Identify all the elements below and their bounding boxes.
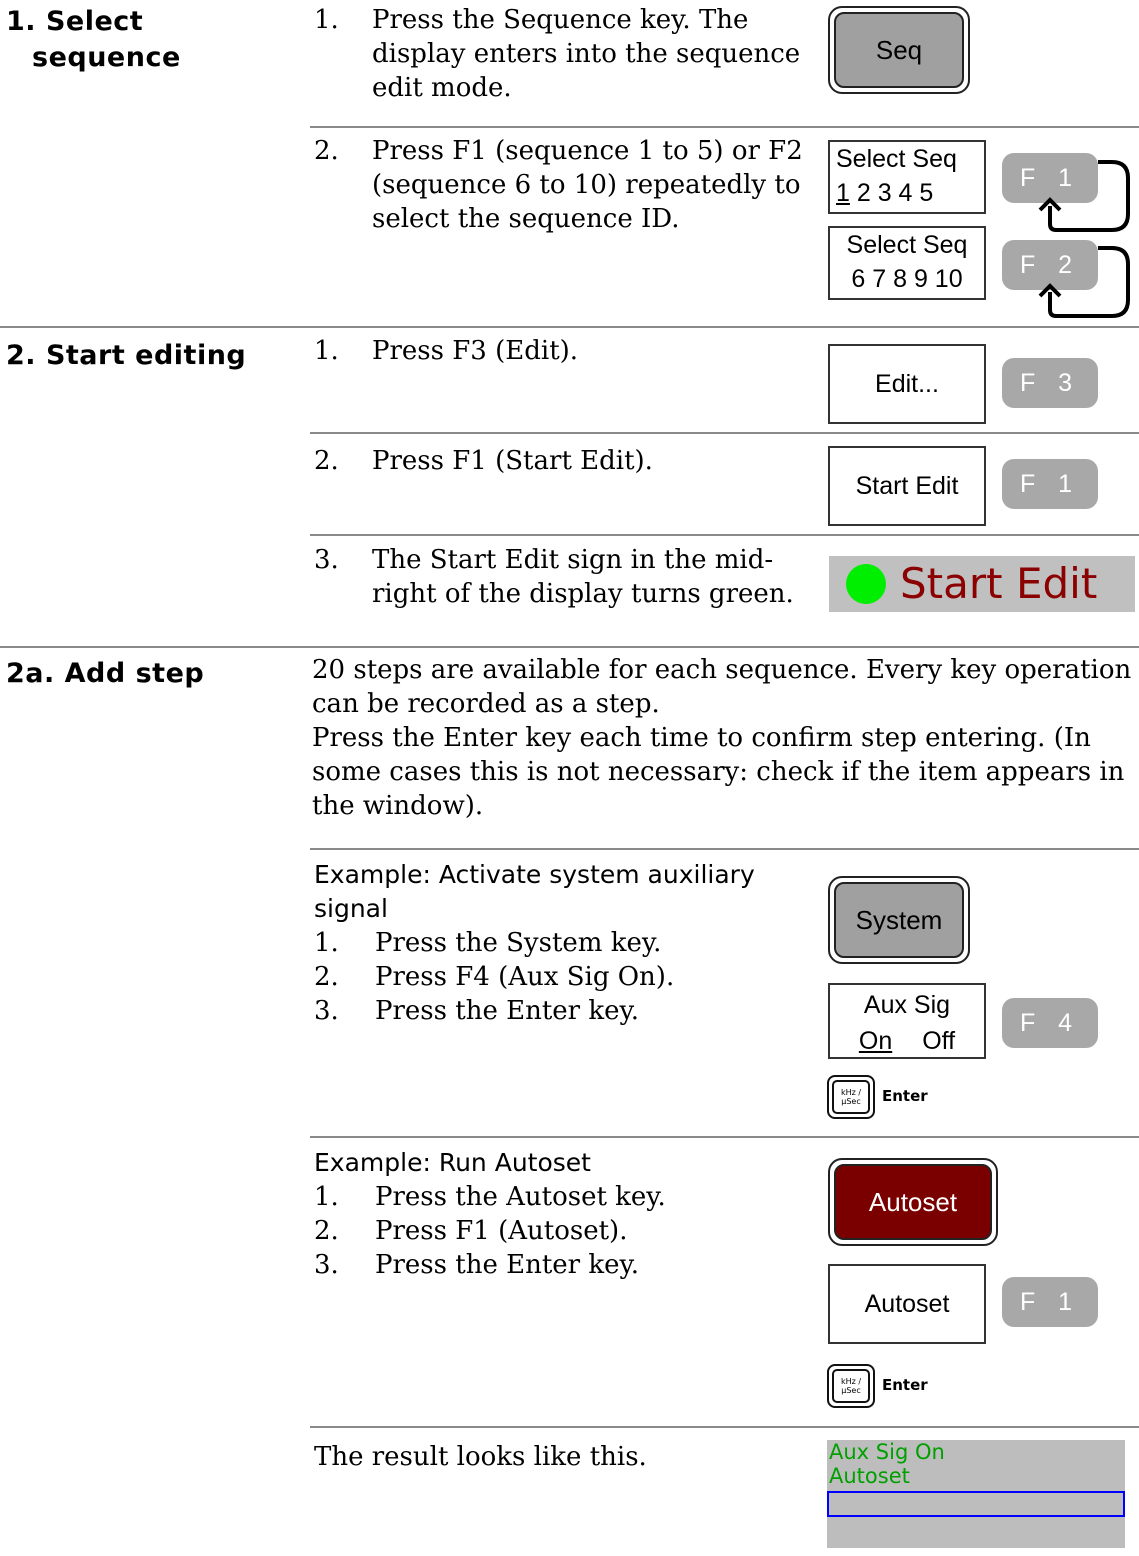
intro-text: 20 steps are available for each sequence… bbox=[312, 653, 1134, 823]
section-heading-add-step: 2a. Add step bbox=[6, 658, 205, 689]
indicator-label: Start Edit bbox=[900, 559, 1098, 608]
f1-key[interactable]: F 1 bbox=[1002, 1277, 1098, 1327]
section-divider bbox=[0, 326, 1139, 328]
enter-key-face: kHz / µSec bbox=[832, 1369, 870, 1403]
f3-key[interactable]: F 3 bbox=[1002, 358, 1098, 408]
step-text: Press the System key. bbox=[375, 928, 662, 958]
step-number: 3. bbox=[314, 996, 339, 1026]
enter-label: Enter bbox=[882, 1087, 928, 1105]
selected-seq-id: 1 bbox=[836, 179, 850, 207]
heading-line-2: sequence bbox=[32, 42, 181, 73]
seq-ids: 6 7 8 9 10 bbox=[851, 265, 963, 293]
section-heading-select-sequence: 1. Select sequence bbox=[6, 4, 206, 76]
step-number: 1. bbox=[314, 336, 339, 366]
result-text: The result looks like this. bbox=[314, 1442, 647, 1472]
option-off: Off bbox=[922, 1027, 956, 1055]
step-number: 1. bbox=[314, 928, 339, 958]
example-steps: 1. Press the System key. 2. Press F4 (Aux … bbox=[314, 926, 674, 1028]
divider bbox=[310, 534, 1139, 536]
status-light-icon bbox=[846, 564, 886, 604]
step-text: Press the Enter key. bbox=[375, 996, 639, 1026]
divider bbox=[310, 1136, 1139, 1138]
paragraph: Press the Enter key each time to confirm… bbox=[312, 723, 1125, 821]
autoset-softkey: Autoset bbox=[828, 1264, 986, 1344]
enter-label: Enter bbox=[882, 1376, 928, 1394]
enter-key-face: kHz / µSec bbox=[832, 1080, 870, 1114]
edit-softkey: Edit... bbox=[828, 344, 986, 424]
step-number: 2. bbox=[314, 136, 339, 166]
key-unit: kHz / bbox=[840, 1088, 862, 1097]
system-key[interactable]: System bbox=[828, 876, 970, 964]
list-item: 1. Press the Autoset key. bbox=[314, 1180, 666, 1214]
step-text: Press F1 (sequence 1 to 5) or F2 (sequen… bbox=[372, 136, 803, 234]
key-unit: kHz / bbox=[840, 1377, 862, 1386]
option-on: On bbox=[858, 1027, 893, 1055]
step-number: 3. bbox=[314, 1250, 339, 1280]
step-number: 2. bbox=[314, 1216, 339, 1246]
f1-key[interactable]: F 1 bbox=[1002, 459, 1098, 509]
step-text: The Start Edit sign in the mid-right of … bbox=[372, 545, 794, 609]
step-number: 2. bbox=[314, 446, 339, 476]
divider bbox=[310, 432, 1139, 434]
step-number: 3. bbox=[314, 545, 339, 575]
step-number: 2. bbox=[314, 962, 339, 992]
result-display: Aux Sig On Autoset bbox=[827, 1440, 1125, 1548]
example-title: Example: Activate system auxiliary signa… bbox=[314, 860, 755, 923]
section-heading-start-editing: 2. Start editing bbox=[6, 340, 247, 371]
section-divider bbox=[0, 646, 1139, 648]
step-text: Press the Sequence key. The display ente… bbox=[372, 5, 801, 103]
heading-line-1: 1. Select bbox=[6, 6, 144, 37]
seq-ids: 2 3 4 5 bbox=[849, 179, 934, 207]
softkey-title: Select Seq bbox=[836, 145, 957, 173]
list-item: 2. Press F1 (Autoset). bbox=[314, 1214, 666, 1248]
example-steps: 1. Press the Autoset key. 2. Press F1 (Aut… bbox=[314, 1180, 666, 1282]
list-item: 1. Press the System key. bbox=[314, 926, 674, 960]
example-title: Example: Run Autoset bbox=[314, 1148, 591, 1177]
autoset-key[interactable]: Autoset bbox=[828, 1158, 998, 1246]
step-text: Press the Autoset key. bbox=[375, 1182, 666, 1212]
divider bbox=[310, 1426, 1139, 1428]
softkey-options: On Off bbox=[830, 1023, 984, 1059]
step-number: 1. bbox=[314, 1182, 339, 1212]
start-edit-softkey: Start Edit bbox=[828, 446, 986, 526]
step-text: Press the Enter key. bbox=[375, 1250, 639, 1280]
list-item: 3. Press the Enter key. bbox=[314, 994, 674, 1028]
enter-key[interactable]: kHz / µSec bbox=[827, 1364, 875, 1408]
autoset-key-label: Autoset bbox=[834, 1164, 992, 1240]
cursor-box bbox=[827, 1491, 1125, 1517]
key-unit: µSec bbox=[841, 1386, 861, 1395]
select-seq-softkey-1: Select Seq 1 2 3 4 5 bbox=[828, 140, 986, 214]
key-unit: µSec bbox=[841, 1097, 861, 1106]
paragraph: 20 steps are available for each sequence… bbox=[312, 655, 1132, 719]
display-line: Aux Sig On bbox=[829, 1440, 945, 1464]
list-item: 2. Press F4 (Aux Sig On). bbox=[314, 960, 674, 994]
step-text: Press F1 (Autoset). bbox=[375, 1216, 628, 1246]
enter-key[interactable]: kHz / µSec bbox=[827, 1075, 875, 1119]
seq-key-label: Seq bbox=[834, 12, 964, 88]
softkey-values: 1 2 3 4 5 bbox=[836, 176, 984, 210]
display-line: Autoset bbox=[829, 1464, 910, 1488]
cycle-arrow-icon bbox=[1038, 246, 1130, 318]
select-seq-softkey-2: Select Seq 6 7 8 9 10 bbox=[828, 226, 986, 300]
list-item: 3. Press the Enter key. bbox=[314, 1248, 666, 1282]
softkey-title: Select Seq bbox=[846, 231, 968, 259]
f4-key[interactable]: F 4 bbox=[1002, 998, 1098, 1048]
divider bbox=[310, 126, 1139, 128]
step-text: Press F4 (Aux Sig On). bbox=[375, 962, 675, 992]
system-key-label: System bbox=[834, 882, 964, 958]
softkey-title: Aux Sig bbox=[863, 991, 951, 1019]
cycle-arrow-icon bbox=[1038, 160, 1130, 232]
aux-sig-softkey: Aux Sig On Off bbox=[828, 983, 986, 1059]
step-number: 1. bbox=[314, 5, 339, 35]
step-text: Press F1 (Start Edit). bbox=[372, 446, 653, 476]
seq-key[interactable]: Seq bbox=[828, 6, 970, 94]
start-edit-indicator: Start Edit bbox=[829, 556, 1135, 612]
divider bbox=[310, 848, 1139, 850]
step-text: Press F3 (Edit). bbox=[372, 336, 579, 366]
